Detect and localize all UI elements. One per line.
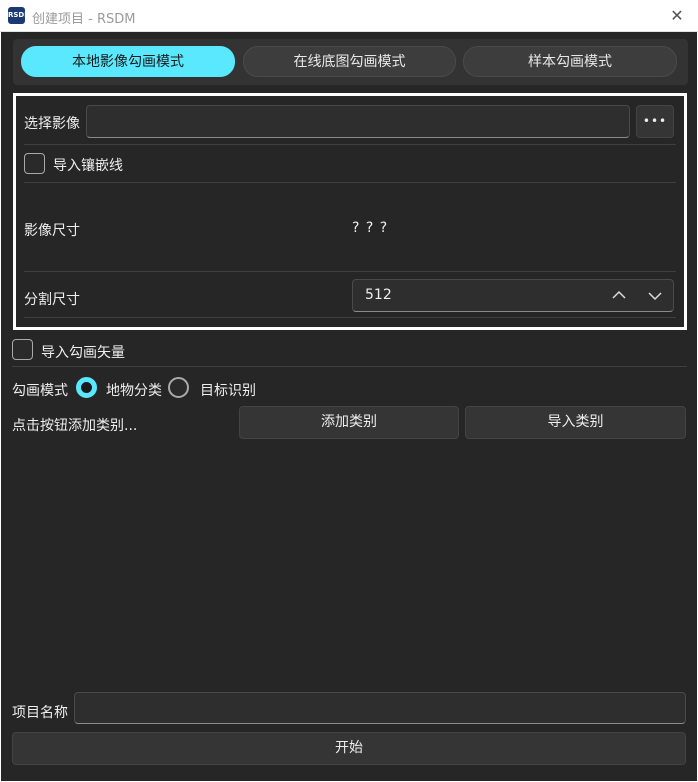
category-hint: 点击按钮添加类别... [12, 418, 138, 434]
divider [24, 144, 676, 145]
tab-online-basemap[interactable]: 在线底图勾画模式 [243, 46, 456, 77]
close-button[interactable]: ✕ [656, 0, 698, 31]
window-title: 创建项目 - RSDM [32, 12, 136, 27]
land-classification-label: 地物分类 [106, 383, 162, 399]
divider [24, 317, 676, 318]
import-mosaic-checkbox[interactable] [24, 153, 45, 174]
dialog-body: 本地影像勾画模式 在线底图勾画模式 样本勾画模式 选择影像 ••• 导入镶嵌线 … [1, 32, 697, 781]
import-vector-checkbox[interactable] [12, 339, 33, 360]
app-logo-icon: RSDM [8, 7, 31, 24]
import-mosaic-label: 导入镶嵌线 [53, 158, 123, 174]
radio-target-detection[interactable] [168, 377, 189, 398]
more-icon: ••• [642, 114, 668, 128]
split-size-spinbox[interactable]: 512 [352, 279, 674, 312]
browse-button[interactable]: ••• [636, 105, 674, 138]
import-vector-label: 导入勾画矢量 [41, 345, 125, 361]
divider [12, 366, 687, 367]
target-detection-label: 目标识别 [200, 383, 256, 399]
split-size-label: 分割尺寸 [24, 292, 80, 308]
start-button[interactable]: 开始 [12, 732, 686, 765]
image-size-label: 影像尺寸 [24, 223, 80, 239]
local-image-panel: 选择影像 ••• 导入镶嵌线 影像尺寸 ? ? ? 分割尺寸 512 [13, 93, 687, 330]
title-bar: RSDM 创建项目 - RSDM ✕ [0, 0, 698, 32]
divider [24, 271, 676, 272]
draw-mode-label: 勾画模式 [12, 383, 68, 399]
tab-local-image[interactable]: 本地影像勾画模式 [21, 46, 235, 77]
image-path-input[interactable] [86, 105, 630, 138]
split-size-value: 512 [365, 287, 392, 303]
add-category-button[interactable]: 添加类别 [239, 406, 459, 439]
select-image-label: 选择影像 [24, 116, 80, 132]
close-icon: ✕ [670, 6, 684, 25]
chevron-down-icon[interactable] [641, 280, 669, 311]
mode-tabs: 本地影像勾画模式 在线底图勾画模式 样本勾画模式 [13, 39, 688, 85]
tab-sample[interactable]: 样本勾画模式 [463, 46, 677, 77]
radio-land-classification[interactable] [76, 377, 97, 398]
project-name-label: 项目名称 [12, 705, 68, 721]
image-size-value: ? ? ? [352, 220, 389, 236]
divider [24, 182, 676, 183]
project-name-input[interactable] [74, 692, 686, 724]
chevron-up-icon[interactable] [605, 280, 633, 311]
import-category-button[interactable]: 导入类别 [465, 406, 686, 439]
